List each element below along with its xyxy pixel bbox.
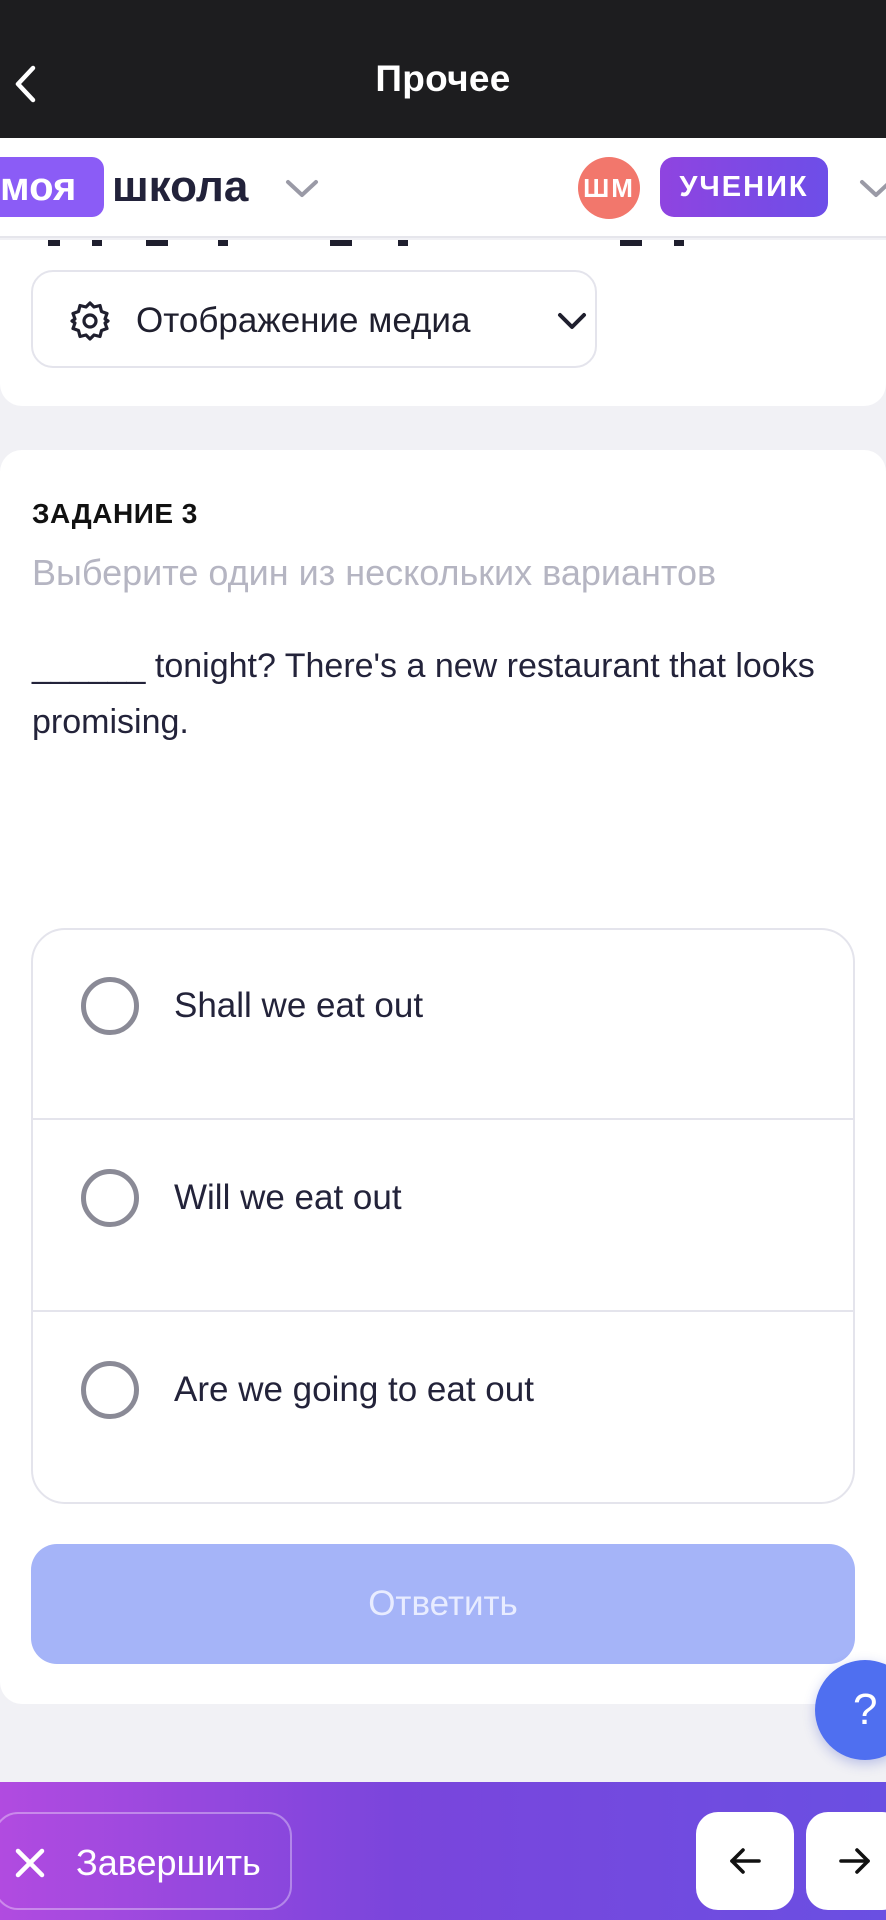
logo-shkola[interactable]: школа: [112, 157, 248, 217]
logo-part1: моя: [0, 165, 77, 209]
chevron-down-icon[interactable]: [858, 174, 886, 202]
prev-task-button[interactable]: [696, 1812, 794, 1910]
next-task-button[interactable]: [806, 1812, 886, 1910]
gear-icon: [70, 301, 110, 341]
radio-icon[interactable]: [81, 1169, 139, 1227]
logo-moya[interactable]: моя: [0, 157, 104, 217]
bottom-action-bar: Завершить: [0, 1782, 886, 1920]
media-card: Отображение медиа: [0, 240, 886, 406]
finish-label: Завершить: [76, 1842, 261, 1883]
task-question: ______ tonight? There's a new restaurant…: [32, 647, 815, 741]
chevron-down-icon: [558, 313, 586, 329]
answer-options: Shall we eat out Will we eat out Are we …: [31, 928, 855, 1504]
task-instruction: Выберите один из нескольких вариантов: [32, 552, 717, 593]
avatar[interactable]: ШМ: [578, 157, 640, 219]
app-header: моя школа ШМ УЧЕНИК: [0, 138, 886, 238]
option-item[interactable]: Shall we eat out: [33, 930, 853, 1120]
option-label: Shall we eat out: [174, 986, 424, 1025]
radio-icon[interactable]: [81, 977, 139, 1035]
close-icon: [15, 1848, 45, 1878]
media-display-dropdown[interactable]: Отображение медиа: [31, 270, 597, 368]
role-badge[interactable]: УЧЕНИК: [660, 157, 828, 217]
cut-off-text-remnant: [48, 240, 684, 246]
option-item[interactable]: Are we going to eat out: [33, 1314, 853, 1502]
submit-answer-button[interactable]: Ответить: [31, 1544, 855, 1664]
option-item[interactable]: Will we eat out: [33, 1122, 853, 1312]
option-label: Will we eat out: [174, 1178, 402, 1217]
task-number: ЗАДАНИЕ 3: [32, 498, 198, 529]
arrow-right-icon: [839, 1848, 870, 1874]
top-nav-bar: Прочее: [0, 0, 886, 138]
arrow-left-icon: [730, 1848, 761, 1874]
media-display-label: Отображение медиа: [136, 301, 471, 340]
chevron-down-icon[interactable]: [284, 174, 320, 202]
finish-button[interactable]: Завершить: [0, 1812, 292, 1910]
radio-icon[interactable]: [81, 1361, 139, 1419]
option-label: Are we going to eat out: [174, 1370, 534, 1409]
screen-title: Прочее: [375, 58, 511, 99]
task-card: ЗАДАНИЕ 3 Выберите один из нескольких ва…: [0, 450, 886, 1704]
